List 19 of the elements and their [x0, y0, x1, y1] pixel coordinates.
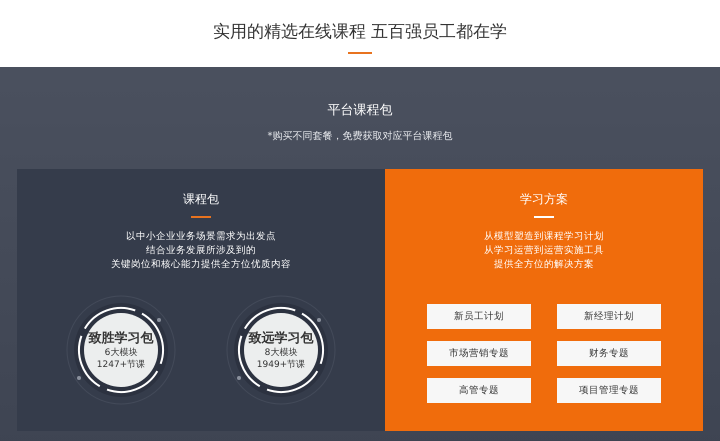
- package-modules: 6大模块: [104, 347, 138, 359]
- card-description: 以中小企业业务场景需求为出发点 结合业务发展所涉及到的 关键岗位和核心能力提供全方位优质内容: [111, 230, 291, 272]
- plan-button[interactable]: 新经理计划: [557, 304, 661, 329]
- package-modules: 8大模块: [264, 347, 298, 359]
- card-title: 学习方案: [520, 191, 568, 208]
- card-title: 课程包: [183, 191, 219, 208]
- section-title: 平台课程包: [328, 102, 392, 119]
- plan-button[interactable]: 项目管理专题: [557, 378, 661, 403]
- package-lessons: 1949+节课: [256, 359, 306, 371]
- package-name: 致胜学习包: [88, 330, 154, 347]
- card-description: 从模型塑造到课程学习计划 从学习运营到运营实施工具 提供全方位的解决方案: [484, 230, 604, 272]
- plan-button[interactable]: 财务专题: [557, 341, 661, 366]
- plan-button[interactable]: 高管专题: [427, 378, 531, 403]
- page-title: 实用的精选在线课程 五百强员工都在学: [212, 21, 508, 43]
- package-lessons: 1247+节课: [96, 359, 146, 371]
- plan-button[interactable]: 市场营销专题: [427, 341, 531, 366]
- section-note: *购买不同套餐，免费获取对应平台课程包: [268, 130, 452, 143]
- package-name: 致远学习包: [248, 330, 314, 347]
- plan-button[interactable]: 新员工计划: [427, 304, 531, 329]
